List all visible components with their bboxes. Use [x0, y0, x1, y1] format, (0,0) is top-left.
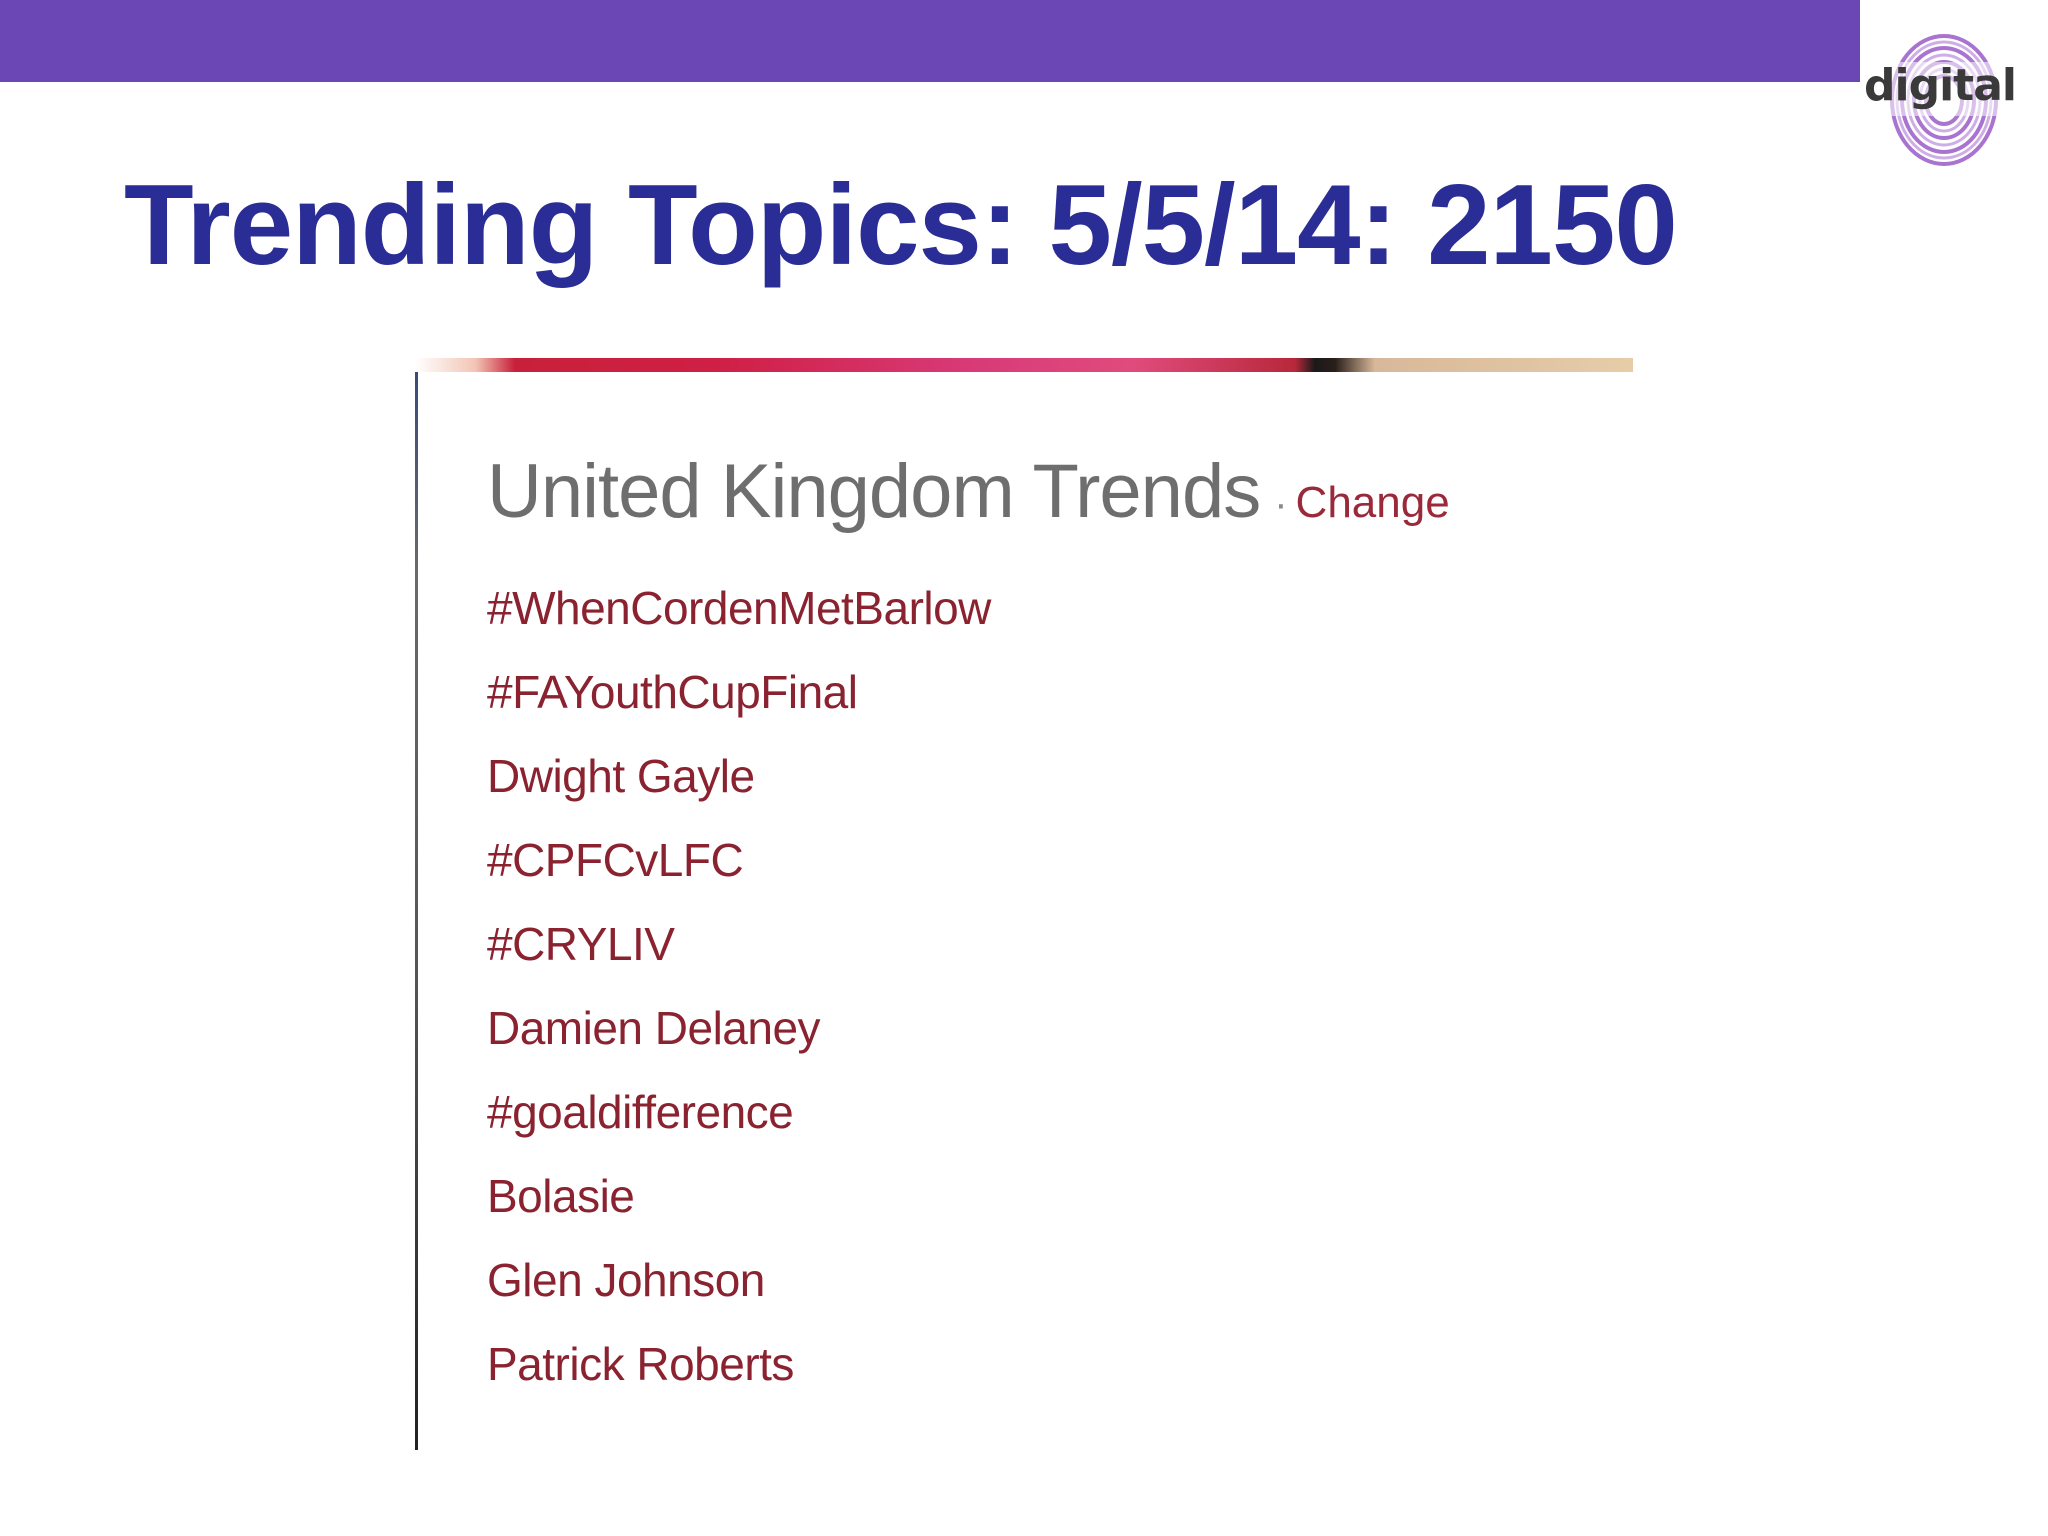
list-item: Glen Johnson — [487, 1238, 991, 1322]
header-accent-bar — [0, 0, 1860, 82]
separator-dot: · — [1274, 482, 1288, 526]
logo-text: digital — [1864, 60, 2017, 111]
list-item: Dwight Gayle — [487, 734, 991, 818]
list-item: Patrick Roberts — [487, 1322, 991, 1406]
list-item: #goaldifference — [487, 1070, 991, 1154]
trend-link[interactable]: #CPFCvLFC — [487, 834, 744, 886]
trend-link[interactable]: #goaldifference — [487, 1086, 794, 1138]
trend-link[interactable]: Damien Delaney — [487, 1002, 821, 1054]
digital-logo: digital — [1862, 0, 2017, 170]
trend-link[interactable]: Glen Johnson — [487, 1254, 765, 1306]
trend-link[interactable]: Dwight Gayle — [487, 750, 755, 802]
trend-link[interactable]: Bolasie — [487, 1170, 635, 1222]
trend-link[interactable]: #FAYouthCupFinal — [487, 666, 858, 718]
list-item: #CPFCvLFC — [487, 818, 991, 902]
trend-link[interactable]: #CRYLIV — [487, 918, 675, 970]
list-item: #FAYouthCupFinal — [487, 650, 991, 734]
trends-title: United Kingdom Trends — [487, 449, 1261, 534]
list-item: #WhenCordenMetBarlow — [487, 566, 991, 650]
card-left-border — [415, 372, 418, 1450]
list-item: #CRYLIV — [487, 902, 991, 986]
trend-link[interactable]: Patrick Roberts — [487, 1338, 794, 1390]
list-item: Bolasie — [487, 1154, 991, 1238]
trends-list: #WhenCordenMetBarlow #FAYouthCupFinal Dw… — [487, 566, 991, 1406]
trend-link[interactable]: #WhenCordenMetBarlow — [487, 582, 991, 634]
change-location-link[interactable]: Change — [1296, 478, 1450, 527]
list-item: Damien Delaney — [487, 986, 991, 1070]
page-title: Trending Topics: 5/5/14: 2150 — [124, 162, 1678, 289]
trends-header: United Kingdom Trends · Change — [487, 448, 1450, 535]
trends-screenshot: United Kingdom Trends · Change #WhenCorden… — [415, 358, 1633, 1450]
